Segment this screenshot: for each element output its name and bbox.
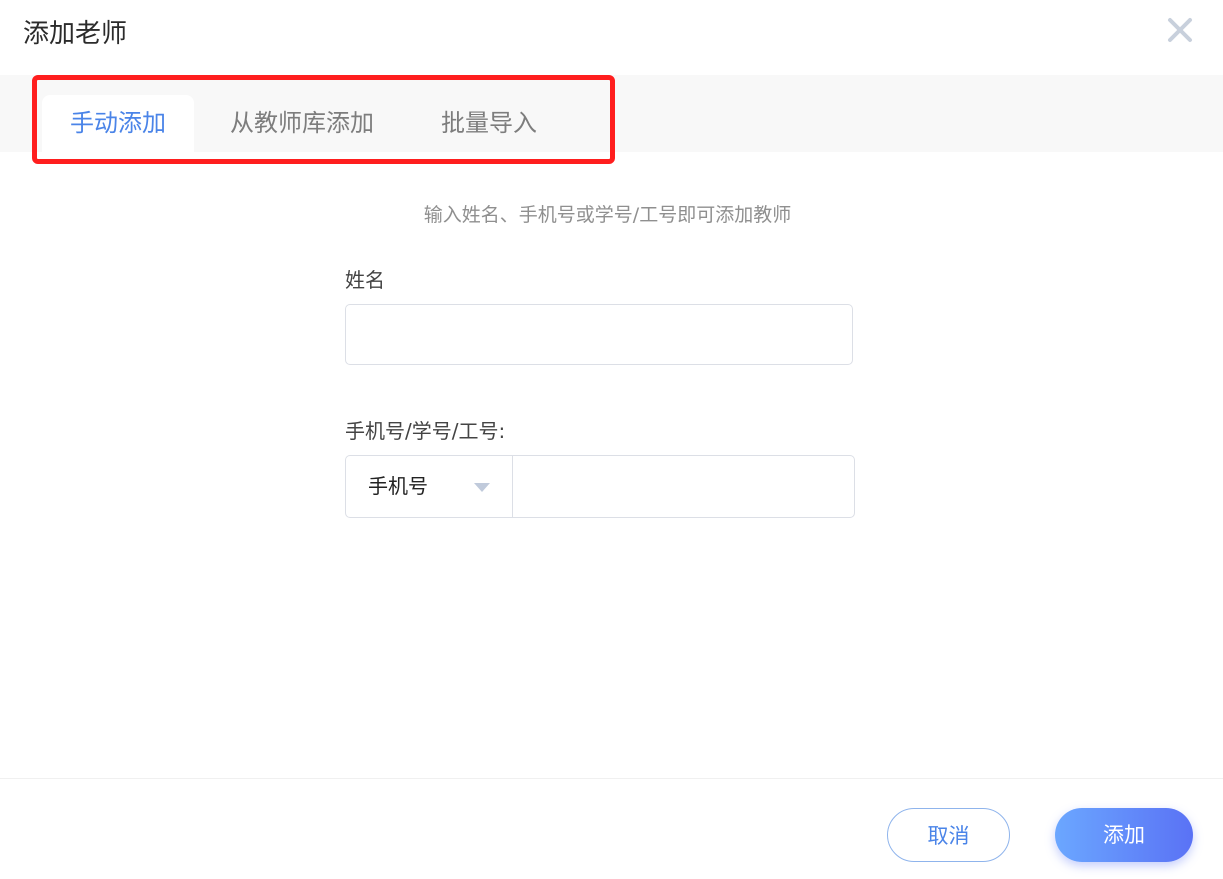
tab-batch-import[interactable]: 批量导入 — [420, 95, 558, 152]
cancel-button[interactable]: 取消 — [887, 808, 1010, 862]
id-combo-field: 手机号 — [345, 455, 855, 518]
id-type-select[interactable]: 手机号 — [346, 456, 513, 517]
id-type-selected-value: 手机号 — [368, 474, 428, 498]
form-hint: 输入姓名、手机号或学号/工号即可添加教师 — [423, 204, 792, 226]
close-icon[interactable] — [1164, 14, 1196, 46]
dialog-title: 添加老师 — [23, 19, 128, 49]
tab-manual-add[interactable]: 手动添加 — [42, 95, 194, 152]
id-label: 手机号/学号/工号: — [345, 419, 506, 443]
id-input[interactable] — [513, 456, 853, 517]
footer-divider — [0, 778, 1223, 779]
tab-add-from-library[interactable]: 从教师库添加 — [210, 95, 394, 152]
name-input[interactable] — [345, 304, 853, 365]
tab-bar: 手动添加 从教师库添加 批量导入 — [0, 75, 1223, 152]
add-button[interactable]: 添加 — [1055, 808, 1193, 862]
caret-down-icon — [474, 483, 490, 492]
name-label: 姓名 — [345, 268, 385, 292]
